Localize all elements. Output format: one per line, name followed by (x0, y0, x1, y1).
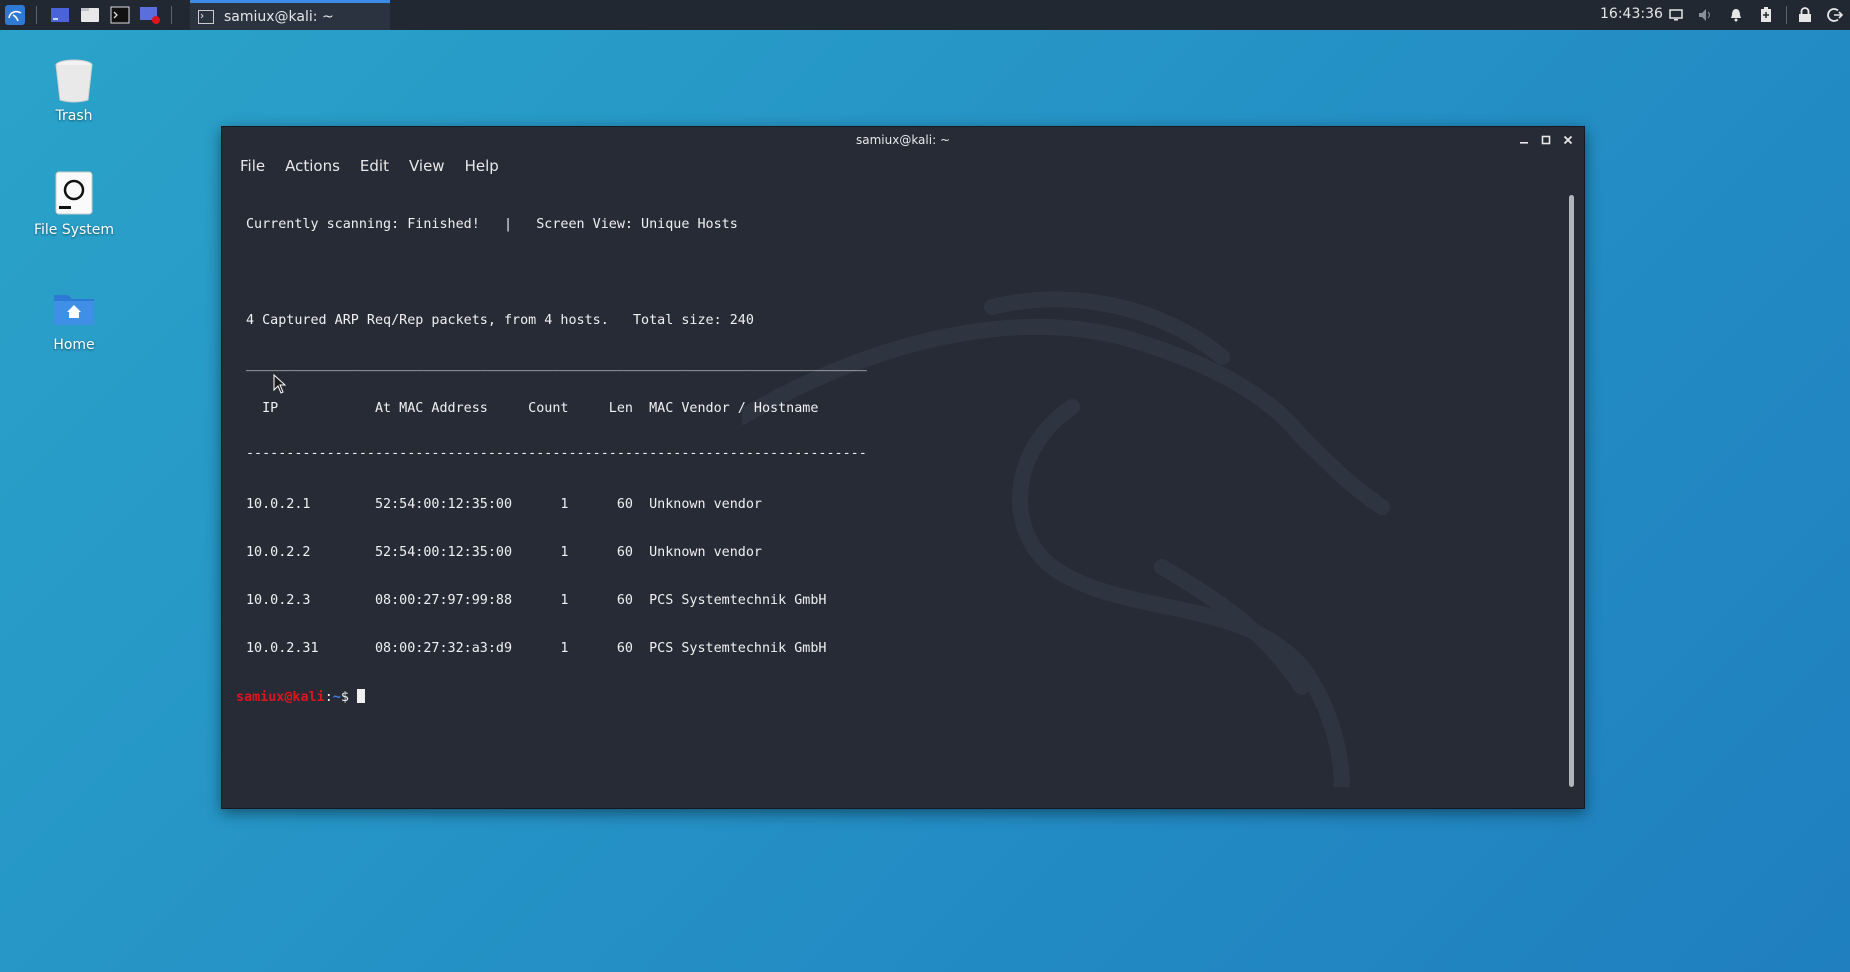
prompt-symbol: $ (340, 690, 357, 705)
table-row: 10.0.2.3 08:00:27:97:99:88 1 60 PCS Syst… (246, 593, 827, 608)
top-panel: samiux@kali: ~ 16:43:36 (0, 0, 1850, 30)
terminal-window[interactable]: samiux@kali: ~ File Actions Edit View He… (221, 126, 1585, 809)
rule-bottom: ----------------------------------------… (246, 446, 867, 461)
close-icon (1563, 135, 1573, 145)
menu-bar: File Actions Edit View Help (240, 157, 499, 175)
menu-edit[interactable]: Edit (360, 157, 389, 175)
bell-icon[interactable] (1726, 3, 1746, 27)
display-icon[interactable] (1666, 3, 1686, 27)
menu-help[interactable]: Help (465, 157, 499, 175)
home-folder-icon (50, 285, 98, 333)
window-titlebar[interactable]: samiux@kali: ~ (222, 127, 1584, 153)
maximize-button[interactable] (1537, 131, 1555, 149)
menu-file[interactable]: File (240, 157, 265, 175)
terminal-icon (198, 9, 214, 24)
prompt-user: samiux@kali (236, 690, 325, 705)
text-cursor (356, 689, 365, 703)
minimize-button[interactable] (1515, 131, 1533, 149)
clock[interactable]: 16:43:36 (1600, 6, 1663, 22)
logout-icon[interactable] (1825, 3, 1845, 27)
table-header: IP At MAC Address Count Len MAC Vendor /… (246, 401, 819, 416)
minimize-icon (1520, 142, 1528, 144)
desktop-icon-label: Trash (55, 108, 93, 124)
desktop-icon-home[interactable]: Home (19, 285, 129, 353)
prompt-path: ~ (332, 690, 341, 705)
panel-separator (36, 6, 37, 24)
maximize-icon (1541, 135, 1551, 145)
desktop-icon-label: Home (53, 337, 95, 353)
desktop-icon-trash[interactable]: Trash (19, 56, 129, 124)
vertical-scrollbar[interactable] (1569, 195, 1574, 787)
desktop-icon-file-system[interactable]: File System (19, 170, 129, 238)
desktop-icon-label: File System (33, 222, 115, 238)
window-title: samiux@kali: ~ (855, 133, 950, 147)
volume-icon[interactable] (1696, 3, 1716, 27)
close-button[interactable] (1559, 131, 1577, 149)
battery-icon[interactable] (1756, 3, 1776, 27)
taskbar-terminal-button[interactable]: samiux@kali: ~ (190, 0, 390, 30)
panel-separator (171, 6, 172, 24)
prompt-separator: : (324, 690, 333, 705)
status-line: Currently scanning: Finished! | Screen V… (246, 217, 738, 232)
table-row: 10.0.2.2 52:54:00:12:35:00 1 60 Unknown … (246, 545, 762, 560)
prompt-line[interactable]: samiux@kali:~$ (236, 689, 1556, 705)
mouse-pointer-icon (273, 374, 287, 394)
trash-icon (50, 56, 98, 104)
kali-menu-icon[interactable] (2, 3, 28, 27)
file-manager-icon[interactable] (77, 3, 103, 27)
lock-icon[interactable] (1795, 3, 1815, 27)
table-row: 10.0.2.31 08:00:27:32:a3:d9 1 60 PCS Sys… (246, 641, 827, 656)
table-row: 10.0.2.1 52:54:00:12:35:00 1 60 Unknown … (246, 497, 762, 512)
menu-view[interactable]: View (409, 157, 445, 175)
menu-actions[interactable]: Actions (285, 157, 340, 175)
drive-icon (50, 170, 98, 218)
taskbar-title: samiux@kali: ~ (224, 8, 334, 25)
terminal-output[interactable]: Currently scanning: Finished! | Screen V… (236, 185, 1556, 785)
screen-recorder-icon[interactable] (137, 3, 163, 27)
terminal-icon[interactable] (107, 3, 133, 27)
workspace-icon[interactable] (47, 3, 73, 27)
summary-line: 4 Captured ARP Req/Rep packets, from 4 h… (246, 313, 754, 328)
rule-top: ________________________________________… (246, 357, 867, 372)
panel-separator (1786, 6, 1787, 24)
